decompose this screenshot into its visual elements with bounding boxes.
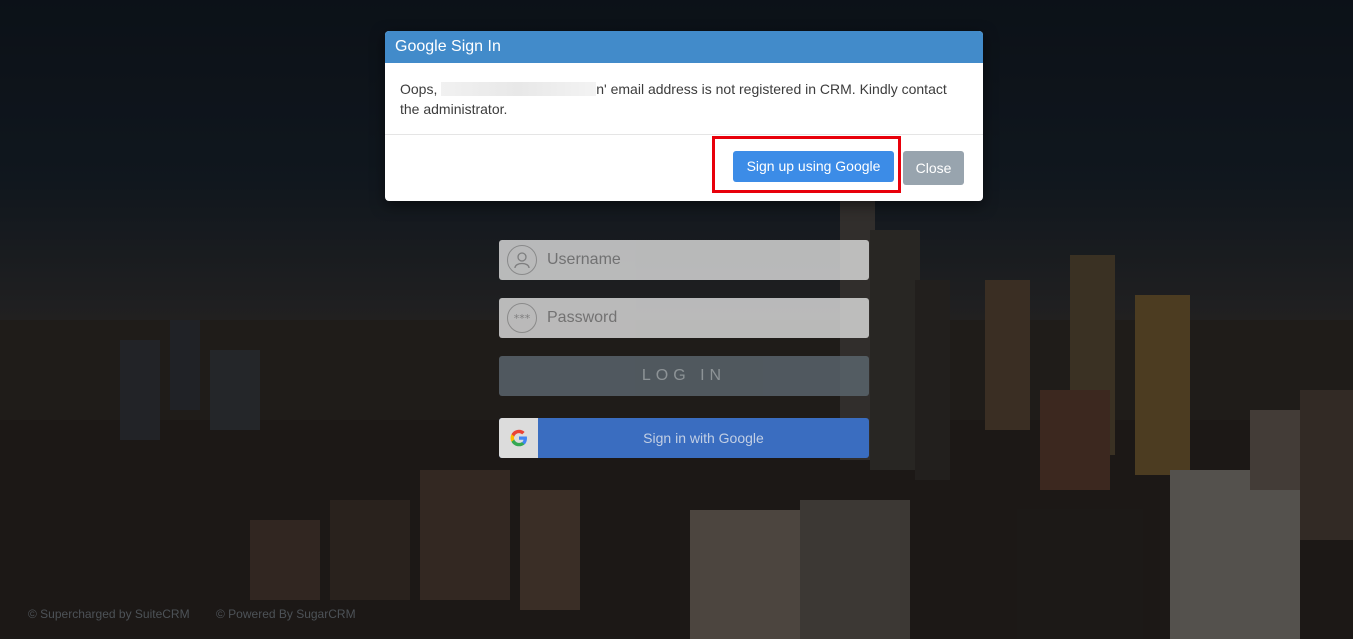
google-g-icon [499, 418, 538, 458]
signup-google-button[interactable]: Sign up using Google [733, 151, 894, 182]
message-prefix: Oops, [400, 81, 442, 97]
google-signin-label: Sign in with Google [643, 430, 764, 446]
username-field[interactable]: Username [499, 240, 869, 280]
password-field[interactable]: *** Password [499, 298, 869, 338]
google-signin-button[interactable]: Sign in with Google [499, 418, 869, 458]
modal-title: Google Sign In [385, 31, 983, 63]
modal-divider [385, 134, 983, 135]
password-placeholder: Password [547, 309, 618, 326]
redacted-email [441, 82, 597, 96]
footer-supercharged: © Supercharged by SuiteCRM [28, 607, 190, 621]
google-signin-modal: Google Sign In Oops, n' email address is… [385, 31, 983, 201]
password-dots-icon: *** [507, 303, 537, 333]
user-icon [507, 245, 537, 275]
close-button[interactable]: Close [903, 151, 964, 185]
username-placeholder: Username [547, 251, 621, 268]
footer-powered: © Powered By SugarCRM [216, 607, 356, 621]
login-button[interactable]: LOG IN [499, 356, 869, 396]
modal-message: Oops, n' email address is not registered… [385, 63, 983, 134]
